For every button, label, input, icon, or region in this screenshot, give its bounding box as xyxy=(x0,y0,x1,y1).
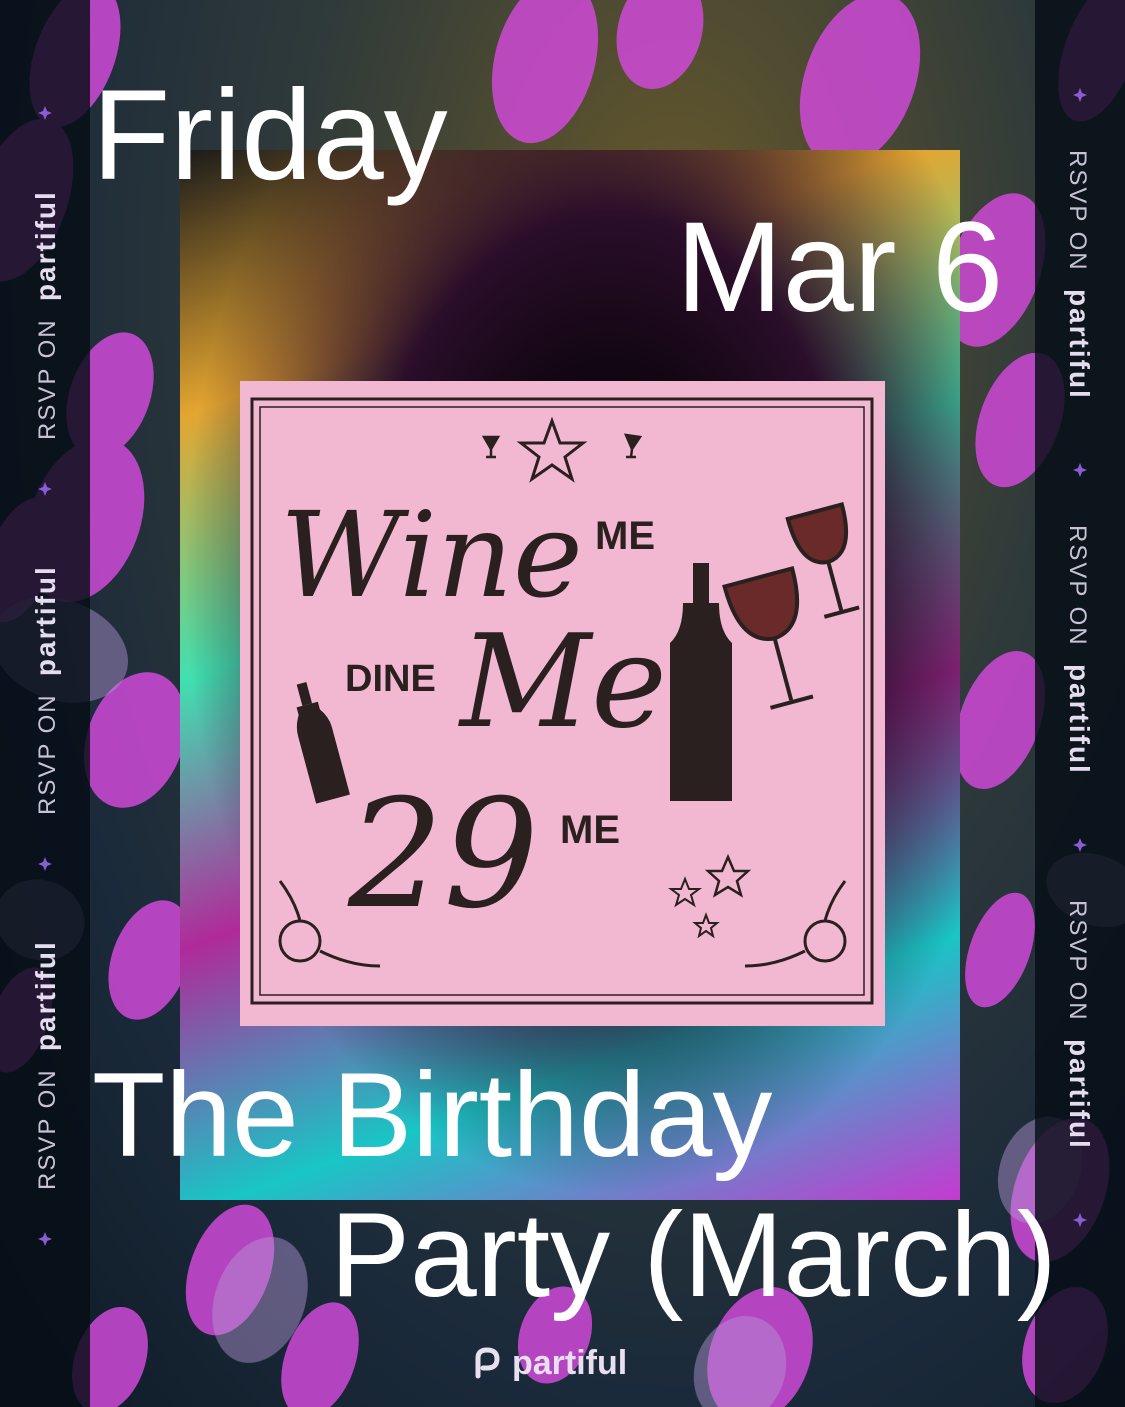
partiful-logo-icon xyxy=(475,1347,500,1379)
sparkle-icon xyxy=(38,106,52,120)
wine-glass-icon xyxy=(785,501,860,619)
poster-number: 29 xyxy=(347,768,539,942)
poster-script-me: Me xyxy=(458,608,667,757)
star-icon xyxy=(668,876,702,908)
event-day: Friday xyxy=(92,64,448,207)
star-icon xyxy=(516,416,588,483)
banner-text: RSVP ON partiful xyxy=(1064,525,1095,775)
banner-text: RSVP ON partiful xyxy=(30,565,61,815)
poster-label-me: ME xyxy=(595,514,655,558)
sparkle-icon xyxy=(38,1232,52,1246)
sparkle-icon xyxy=(1073,463,1087,477)
event-date: Mar 6 xyxy=(676,196,1004,339)
sparkle-icon xyxy=(1073,1213,1087,1227)
poster-artwork: Wine ME DINE Me 29 ME xyxy=(250,397,874,1005)
sparkle-icon xyxy=(38,482,52,496)
poster-script-wine: Wine xyxy=(280,486,583,624)
star-icon xyxy=(704,853,752,898)
partiful-logo[interactable]: partiful xyxy=(470,1343,627,1383)
banner-text: RSVP ON partiful xyxy=(30,940,61,1190)
poster-label-me: ME xyxy=(560,808,620,852)
star-icon xyxy=(692,912,720,939)
partiful-logo-text: partiful xyxy=(512,1343,628,1382)
sparkle-icon xyxy=(1073,838,1087,852)
banner-text: RSVP ON partiful xyxy=(1064,900,1095,1150)
event-poster-image[interactable]: Wine ME DINE Me 29 ME xyxy=(240,381,885,1026)
left-rsvp-banner[interactable]: RSVP ON partiful RSVP ON partiful RSVP O… xyxy=(0,0,90,1407)
event-title-line1: The Birthday xyxy=(92,1048,773,1182)
wine-glass-icon xyxy=(481,435,501,459)
wine-bottle-icon xyxy=(670,563,732,801)
wine-glass-icon xyxy=(623,433,643,459)
event-title-line2: Party (March) xyxy=(330,1188,1057,1322)
banner-text: RSVP ON partiful xyxy=(1064,150,1095,400)
corner-ornament-icon xyxy=(744,880,847,968)
wine-bottle-icon xyxy=(296,682,350,804)
sparkle-icon xyxy=(38,857,52,871)
wine-glass-icon xyxy=(722,566,814,710)
sparkle-icon xyxy=(1073,88,1087,102)
banner-text: RSVP ON partiful xyxy=(30,190,61,440)
poster-label-dine: DINE xyxy=(345,658,436,700)
